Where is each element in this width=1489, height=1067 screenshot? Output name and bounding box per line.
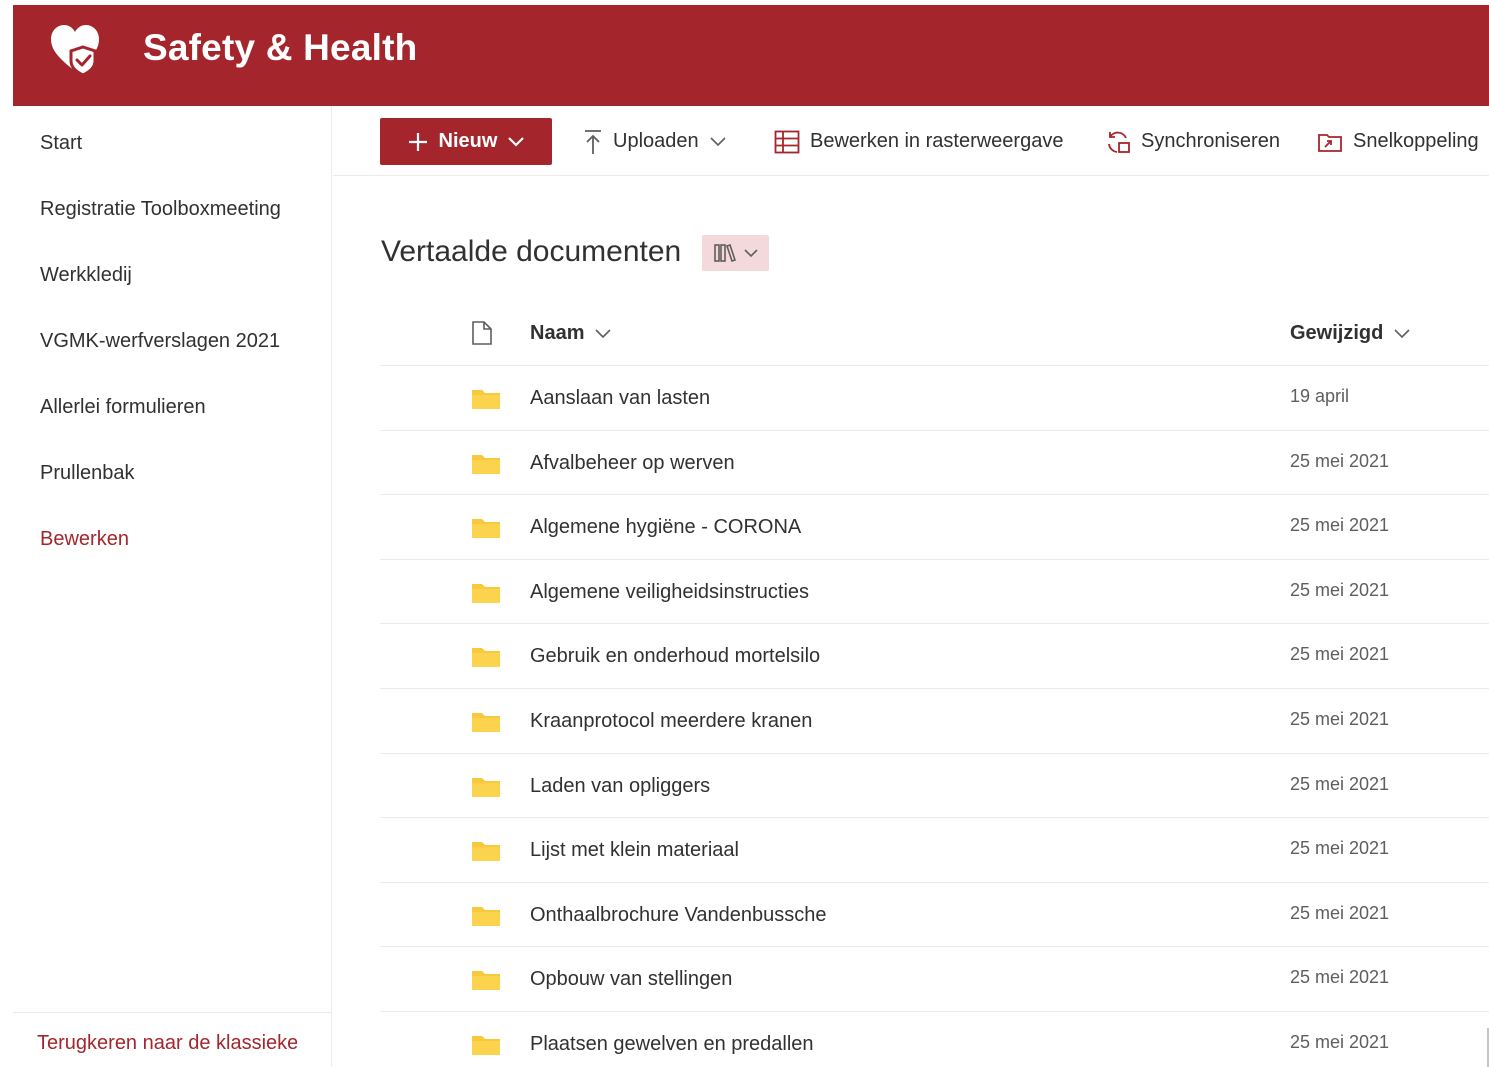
item-name[interactable]: Algemene hygiëne - CORONA bbox=[530, 516, 801, 539]
item-name[interactable]: Aanslaan van lasten bbox=[530, 387, 710, 410]
item-modified: 25 mei 2021 bbox=[1290, 515, 1390, 536]
item-name[interactable]: Plaatsen gewelven en predallen bbox=[530, 1033, 814, 1056]
classic-experience-link[interactable]: Terugkeren naar de klassieke versie van bbox=[37, 1031, 297, 1065]
folder-icon bbox=[472, 583, 500, 603]
column-header-name[interactable]: Naam bbox=[530, 322, 612, 345]
item-name[interactable]: Kraanprotocol meerdere kranen bbox=[530, 710, 812, 733]
sidebar-edit-link[interactable]: Bewerken bbox=[40, 528, 129, 551]
item-name[interactable]: Algemene veiligheidsinstructies bbox=[530, 581, 809, 604]
folder-icon bbox=[472, 648, 500, 668]
table-row[interactable]: Lijst met klein materiaal 25 mei 2021 bbox=[380, 818, 1489, 883]
item-modified: 25 mei 2021 bbox=[1290, 644, 1390, 665]
library-books-icon bbox=[713, 243, 736, 263]
upload-label: Uploaden bbox=[613, 130, 699, 152]
sidebar-item-werkkledij[interactable]: Werkkledij bbox=[40, 264, 132, 287]
new-button[interactable]: Nieuw bbox=[380, 118, 552, 165]
chevron-down-icon bbox=[710, 136, 726, 146]
upload-icon bbox=[585, 129, 601, 154]
folder-icon bbox=[472, 519, 500, 539]
sidebar-footer: Terugkeren naar de klassieke versie van bbox=[13, 1012, 332, 1067]
sidebar-item-vgmk-werfverslagen[interactable]: VGMK-werfverslagen 2021 bbox=[40, 330, 280, 353]
list-rows: Aanslaan van lasten 19 april Afvalbeheer… bbox=[380, 366, 1489, 1067]
item-name[interactable]: Laden van opliggers bbox=[530, 775, 710, 798]
table-row[interactable]: Aanslaan van lasten 19 april bbox=[380, 366, 1489, 431]
shortcut-label: Snelkoppeling bbox=[1353, 130, 1479, 152]
item-modified: 25 mei 2021 bbox=[1290, 838, 1390, 859]
site-title[interactable]: Safety & Health bbox=[143, 27, 417, 69]
folder-icon bbox=[472, 842, 500, 862]
item-modified: 25 mei 2021 bbox=[1290, 450, 1390, 471]
shortcut-button[interactable]: Snelkoppeling bbox=[1317, 118, 1479, 165]
plus-icon bbox=[408, 132, 427, 151]
grid-edit-button[interactable]: Bewerken in rasterweergave bbox=[774, 118, 1063, 165]
sync-icon bbox=[1108, 131, 1130, 153]
heart-shield-icon[interactable] bbox=[47, 21, 103, 77]
table-row[interactable]: Afvalbeheer op werven 25 mei 2021 bbox=[380, 431, 1489, 496]
table-row[interactable]: Kraanprotocol meerdere kranen 25 mei 202… bbox=[380, 689, 1489, 754]
sidebar-item-start[interactable]: Start bbox=[40, 132, 82, 155]
sync-button[interactable]: Synchroniseren bbox=[1105, 118, 1280, 165]
command-bar: Nieuw Uploaden Bewerken in rasterweergav… bbox=[333, 106, 1489, 176]
table-row[interactable]: Laden van opliggers 25 mei 2021 bbox=[380, 754, 1489, 819]
table-row[interactable]: Algemene veiligheidsinstructies 25 mei 2… bbox=[380, 560, 1489, 625]
item-modified: 25 mei 2021 bbox=[1290, 967, 1390, 988]
library-title: Vertaalde documenten bbox=[381, 235, 682, 268]
sidebar-item-prullenbak[interactable]: Prullenbak bbox=[40, 462, 135, 485]
column-header-modified[interactable]: Gewijzigd bbox=[1290, 322, 1411, 345]
item-modified: 25 mei 2021 bbox=[1290, 708, 1390, 729]
item-name[interactable]: Gebruik en onderhoud mortelsilo bbox=[530, 645, 820, 668]
sync-label: Synchroniseren bbox=[1141, 130, 1280, 152]
document-list: Naam Gewijzigd Aanslaan van lasten 19 ap… bbox=[380, 302, 1489, 1067]
grid-edit-label: Bewerken in rasterweergave bbox=[810, 130, 1064, 152]
item-name[interactable]: Lijst met klein materiaal bbox=[530, 839, 739, 862]
site-header: Safety & Health bbox=[13, 5, 1489, 106]
sidebar-item-registratie-toolboxmeeting[interactable]: Registratie Toolboxmeeting bbox=[40, 198, 281, 221]
grid-icon bbox=[774, 130, 800, 153]
sidebar-item-allerlei-formulieren[interactable]: Allerlei formulieren bbox=[40, 396, 206, 419]
table-row[interactable]: Plaatsen gewelven en predallen 25 mei 20… bbox=[380, 1012, 1489, 1067]
table-row[interactable]: Gebruik en onderhoud mortelsilo 25 mei 2… bbox=[380, 624, 1489, 689]
item-modified: 25 mei 2021 bbox=[1290, 902, 1390, 923]
folder-icon bbox=[472, 390, 500, 409]
file-type-icon[interactable] bbox=[470, 320, 494, 346]
chevron-down-icon bbox=[743, 249, 758, 258]
table-row[interactable]: Algemene hygiëne - CORONA 25 mei 2021 bbox=[380, 495, 1489, 560]
folder-icon bbox=[472, 906, 500, 926]
column-name-label: Naam bbox=[530, 322, 585, 344]
table-row[interactable]: Opbouw van stellingen 25 mei 2021 bbox=[380, 947, 1489, 1012]
chevron-down-icon bbox=[595, 328, 612, 338]
item-name[interactable]: Opbouw van stellingen bbox=[530, 968, 732, 991]
item-modified: 25 mei 2021 bbox=[1290, 579, 1390, 600]
folder-icon bbox=[472, 454, 500, 474]
chevron-down-icon bbox=[1394, 328, 1410, 338]
item-name[interactable]: Afvalbeheer op werven bbox=[530, 452, 735, 475]
list-header: Naam Gewijzigd bbox=[380, 302, 1489, 366]
item-modified: 25 mei 2021 bbox=[1290, 1031, 1390, 1052]
left-navigation: Start Registratie Toolboxmeeting Werkkle… bbox=[13, 106, 332, 1067]
shortcut-icon bbox=[1318, 133, 1342, 152]
column-modified-label: Gewijzigd bbox=[1290, 322, 1384, 344]
chevron-down-icon bbox=[508, 136, 525, 147]
folder-icon bbox=[472, 712, 500, 732]
upload-button[interactable]: Uploaden bbox=[583, 118, 727, 165]
item-name[interactable]: Onthaalbrochure Vandenbussche bbox=[530, 904, 827, 927]
item-modified: 25 mei 2021 bbox=[1290, 773, 1390, 794]
new-button-label: Nieuw bbox=[438, 130, 498, 152]
folder-icon bbox=[472, 777, 500, 797]
table-row[interactable]: Onthaalbrochure Vandenbussche 25 mei 202… bbox=[380, 883, 1489, 948]
item-modified: 19 april bbox=[1290, 386, 1350, 406]
folder-icon bbox=[472, 971, 500, 991]
view-switcher[interactable] bbox=[702, 235, 769, 271]
folder-icon bbox=[472, 1035, 500, 1055]
